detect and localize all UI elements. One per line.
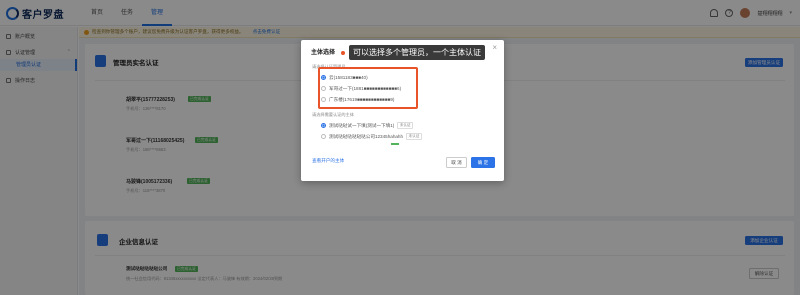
subject-select-modal: 主体选择 × 请选择认证管理员 云(1581183■■■40) 军哥过一下(18… xyxy=(301,40,504,181)
subject-option-label: 测试哒哒哒哒哒哒公司12345hahahh xyxy=(329,133,404,139)
modal-title: 主体选择 xyxy=(311,50,336,56)
annotation-highlight-box xyxy=(318,67,418,109)
subject-option[interactable]: 测试哒哒试一下填(测试一下填1) 未认证 xyxy=(321,122,414,129)
status-badge: 未认证 xyxy=(406,133,422,140)
subject-option-label: 测试哒哒试一下填(测试一下填1) xyxy=(329,122,395,128)
annotation-tooltip: 可以选择多个管理员，一个主体认证 xyxy=(349,45,485,60)
view-opened-subjects-link[interactable]: 查看开户的主体 xyxy=(312,158,344,164)
confirm-button[interactable]: 确 定 xyxy=(471,157,495,168)
radio-selected-icon[interactable] xyxy=(321,123,326,128)
close-icon[interactable]: × xyxy=(492,44,497,52)
radio-icon[interactable] xyxy=(321,134,326,139)
cancel-button[interactable]: 取 消 xyxy=(446,157,467,168)
subject-option[interactable]: 测试哒哒哒哒哒哒公司12345hahahh 未认证 xyxy=(321,133,422,140)
subject-section-label: 请选择需要认证的主体 xyxy=(312,112,354,117)
scroll-indicator xyxy=(391,143,399,145)
status-badge: 未认证 xyxy=(397,122,414,129)
annotation-dot xyxy=(341,51,345,55)
